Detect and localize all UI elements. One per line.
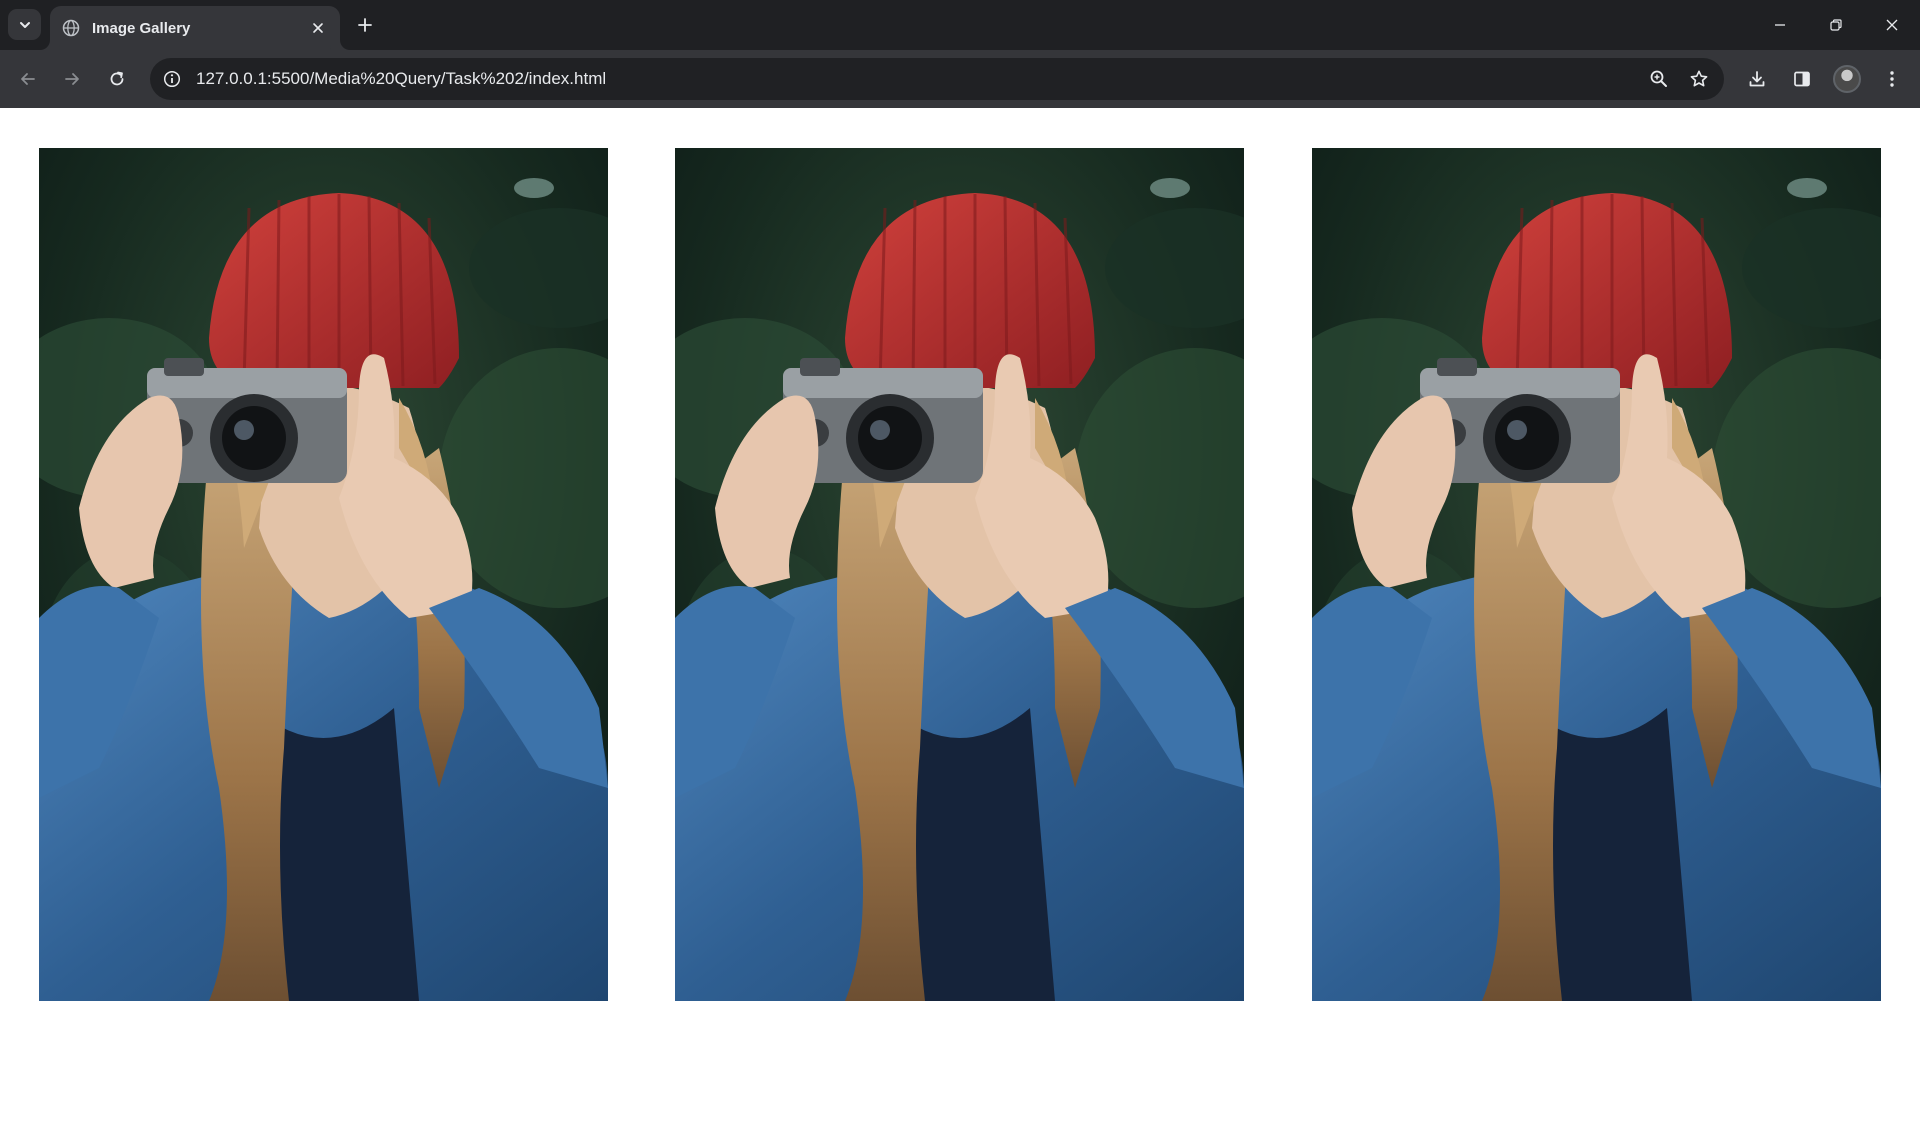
arrow-right-icon — [65, 73, 79, 85]
zoom-button[interactable] — [1644, 64, 1674, 94]
zoom-icon — [1650, 70, 1667, 87]
arrow-left-icon — [21, 73, 35, 85]
downloads-button[interactable] — [1743, 65, 1771, 93]
page-viewport — [0, 108, 1920, 1140]
gallery-image — [675, 148, 1244, 1001]
tab-active[interactable]: Image Gallery — [50, 6, 340, 50]
new-tab-button[interactable] — [352, 12, 378, 38]
url-text[interactable]: 127.0.0.1:5500/Media%20Query/Task%202/in… — [196, 69, 1644, 89]
restore-icon — [1830, 19, 1842, 31]
gallery-image — [39, 148, 608, 1001]
tab-title: Image Gallery — [92, 19, 191, 37]
restore-button[interactable] — [1808, 0, 1864, 50]
side-panel-button[interactable] — [1788, 65, 1816, 93]
star-icon — [1690, 70, 1708, 87]
side-panel-icon — [1794, 71, 1810, 87]
bookmark-button[interactable] — [1684, 64, 1714, 94]
woman-with-camera-photo — [1312, 148, 1881, 1001]
close-icon — [1886, 19, 1898, 31]
avatar[interactable] — [1833, 65, 1861, 93]
reload-icon — [110, 71, 124, 86]
minimize-button[interactable] — [1752, 0, 1808, 50]
kebab-menu-icon — [1890, 71, 1894, 87]
site-info-button[interactable] — [158, 65, 186, 93]
chevron-down-icon — [19, 21, 30, 28]
globe-icon — [62, 19, 80, 37]
woman-with-camera-photo — [39, 148, 608, 1001]
close-window-button[interactable] — [1864, 0, 1920, 50]
back-button[interactable] — [14, 65, 42, 93]
gallery-image — [1312, 148, 1881, 1001]
window-controls — [1752, 0, 1920, 50]
plus-icon — [358, 18, 372, 32]
woman-with-camera-photo — [675, 148, 1244, 1001]
reload-button[interactable] — [103, 65, 131, 93]
address-bar[interactable]: 127.0.0.1:5500/Media%20Query/Task%202/in… — [150, 58, 1724, 100]
download-icon — [1749, 71, 1765, 87]
close-icon — [313, 23, 323, 33]
tab-strip: Image Gallery — [0, 0, 1920, 50]
forward-button[interactable] — [58, 65, 86, 93]
browser-menu-button[interactable] — [1878, 65, 1906, 93]
browser-toolbar: 127.0.0.1:5500/Media%20Query/Task%202/in… — [0, 50, 1920, 108]
tab-search-button[interactable] — [8, 9, 41, 40]
info-icon — [163, 70, 181, 88]
tab-close-button[interactable] — [308, 18, 328, 38]
minimize-icon — [1775, 24, 1785, 26]
